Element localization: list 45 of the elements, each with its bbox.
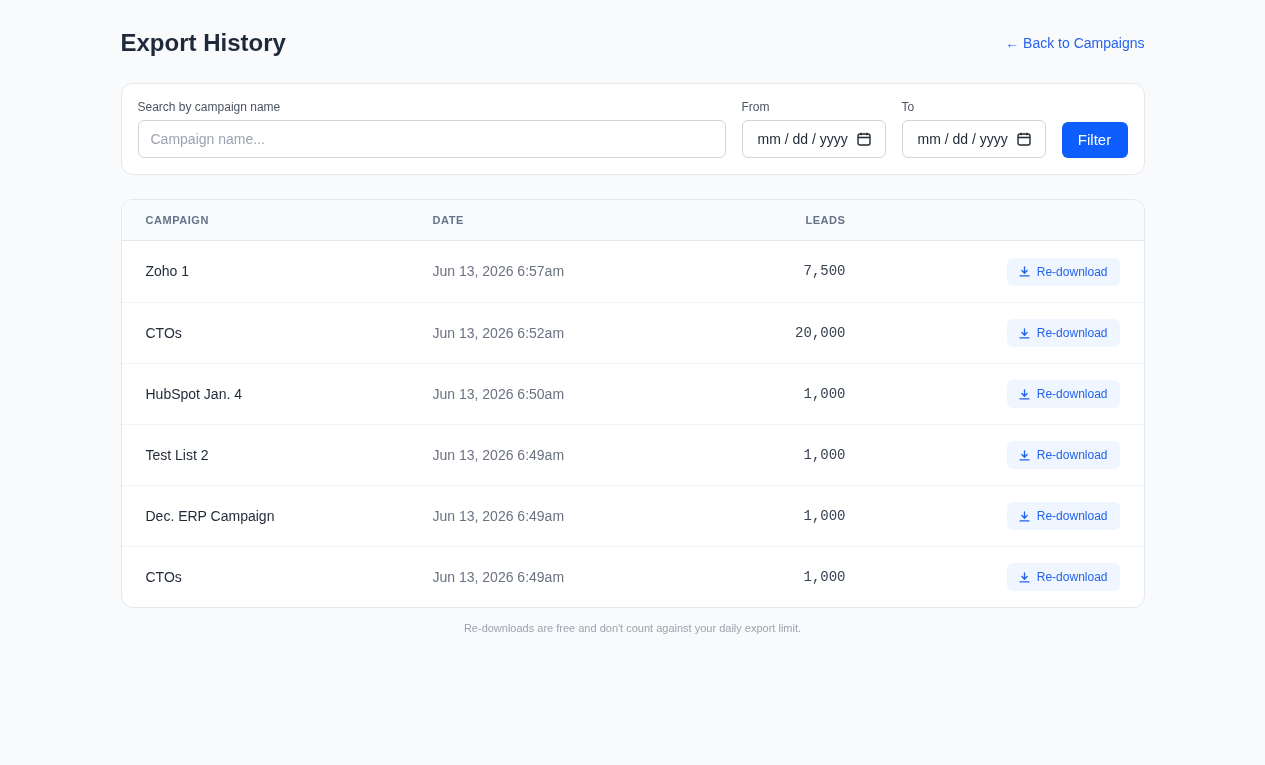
field-label: Search by campaign name xyxy=(137,99,282,115)
redownload-button[interactable]: Re-download xyxy=(1006,563,1120,591)
calendar-icon xyxy=(1016,132,1031,146)
campaign-cell-text: Zoho 1 xyxy=(145,262,190,281)
field-label: To xyxy=(901,99,916,115)
download-icon xyxy=(1018,388,1030,400)
column-header: LEADS xyxy=(805,212,846,228)
field-label: From xyxy=(741,99,771,115)
back-link[interactable]: ← Back to Campaigns xyxy=(1005,32,1145,54)
campaign-cell-text: Test List 2 xyxy=(145,445,209,465)
download-icon xyxy=(1018,266,1030,277)
leads-cell-text: 1,000 xyxy=(803,567,846,587)
date-cell-text: Jun 13, 2026 6:57am xyxy=(432,262,565,281)
redownload-button[interactable]: Re-download xyxy=(1006,502,1120,530)
campaign-cell-text: CTOs xyxy=(145,567,182,587)
filter-button[interactable]: Filter xyxy=(1061,122,1128,158)
download-icon xyxy=(1018,327,1030,339)
date-cell-text: Jun 13, 2026 6:49am xyxy=(432,506,565,526)
date-field[interactable]: mm / dd / yyyy xyxy=(741,120,886,158)
campaign-cell-text: CTOs xyxy=(145,323,182,343)
leads-cell-text: 1,000 xyxy=(803,506,846,526)
leads-cell-text: 20,000 xyxy=(795,323,846,343)
redownload-button[interactable]: Re-download xyxy=(1006,257,1120,286)
calendar-icon xyxy=(856,132,871,146)
date-cell-text: Jun 13, 2026 6:52am xyxy=(432,323,565,343)
column-header: DATE xyxy=(432,212,464,228)
leads-cell-text: 1,000 xyxy=(803,384,846,404)
redownload-button[interactable]: Re-download xyxy=(1006,380,1120,408)
date-field[interactable]: mm / dd / yyyy xyxy=(901,120,1046,158)
campaign-cell-text: Dec. ERP Campaign xyxy=(145,506,275,526)
campaign-cell-text: HubSpot Jan. 4 xyxy=(145,384,242,404)
date-cell-text: Jun 13, 2026 6:50am xyxy=(432,384,565,404)
page-title: Export History xyxy=(120,28,286,58)
date-cell-text: Jun 13, 2026 6:49am xyxy=(432,567,565,587)
download-icon xyxy=(1018,510,1030,522)
search-field[interactable]: Campaign name... xyxy=(137,120,726,158)
redownload-button[interactable]: Re-download xyxy=(1006,441,1120,469)
footer-note: Re-downloads are free and don't count against your daily export limit. xyxy=(463,621,802,636)
date-cell-text: Jun 13, 2026 6:49am xyxy=(432,445,565,465)
download-icon xyxy=(1018,449,1030,461)
download-icon xyxy=(1018,571,1030,583)
redownload-button[interactable]: Re-download xyxy=(1006,319,1120,347)
leads-cell-text: 1,000 xyxy=(803,445,846,465)
column-header: CAMPAIGN xyxy=(145,212,209,228)
leads-cell-text: 7,500 xyxy=(803,262,846,281)
